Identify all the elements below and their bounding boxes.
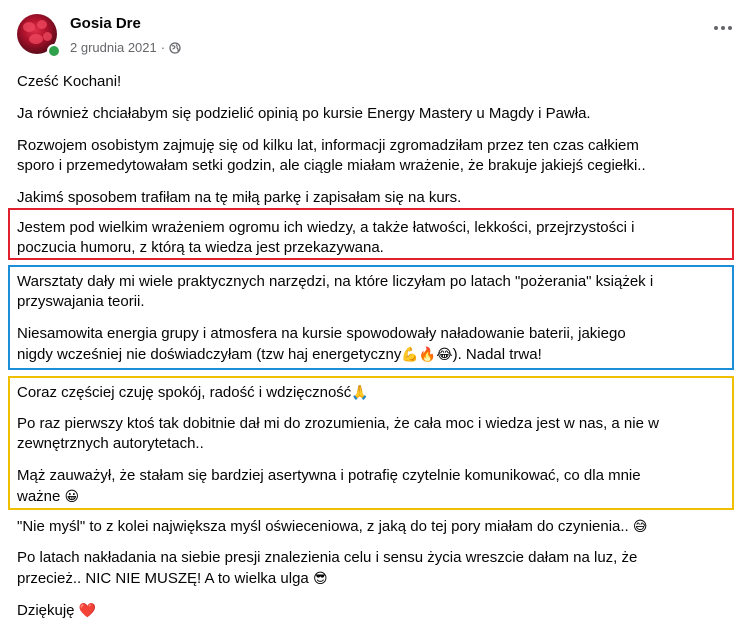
paragraph-line: ważne 😀	[17, 486, 739, 507]
paragraph-line: zewnętrznych autorytetach..	[17, 435, 204, 452]
paragraph-line: Jestem pod wielkim wrażeniem ogromu ich …	[17, 219, 635, 236]
text-fragment: "Nie myśl" to z kolei największa myśl oś…	[17, 518, 629, 535]
paragraph-line: Po raz pierwszy ktoś tak dobitnie dał mi…	[17, 415, 659, 432]
text-fragment: przecież.. NIC NIE MUSZĘ! A to wielka ul…	[17, 570, 309, 587]
text-fragment: Dziękuję	[17, 602, 75, 619]
paragraph-line: Warsztaty dały mi wiele praktycznych nar…	[17, 273, 654, 290]
paragraph-line: sporo i przemedytowałam setki godzin, al…	[17, 157, 646, 174]
post-date[interactable]: 2 grudnia 2021	[70, 40, 157, 55]
paragraph-line: poczucia humoru, z którą ta wiedza jest …	[17, 239, 384, 256]
paragraph-line: przecież.. NIC NIE MUSZĘ! A to wielka ul…	[17, 568, 739, 589]
paragraph-line: przyswajania teorii.	[17, 293, 145, 310]
text-fragment: ważne	[17, 488, 61, 505]
author-name[interactable]: Gosia Dre	[70, 15, 141, 32]
text-fragment: Coraz częściej czuję spokój, radość i wd…	[17, 384, 352, 401]
text-fragment: ). Nadal trwa!	[452, 346, 542, 363]
heart-emoji: ❤️	[78, 602, 97, 618]
paragraph-line: Dziękuję ❤️	[17, 600, 739, 621]
pray-emoji: 🙏	[351, 384, 369, 400]
paragraph-greeting: Cześć Kochani!	[17, 73, 122, 90]
paragraph-line: "Nie myśl" to z kolei największa myśl oś…	[17, 516, 739, 537]
text-fragment: nigdy wcześniej nie doświadczyłam (tzw h…	[17, 346, 402, 363]
emoji-group: 💪🔥😂	[401, 346, 453, 362]
sweat-smile-emoji: 😅	[632, 518, 648, 534]
globe-icon[interactable]	[169, 41, 181, 54]
post-meta: 2 grudnia 2021 ·	[70, 40, 181, 55]
meta-separator: ·	[160, 40, 166, 55]
paragraph-line: nigdy wcześniej nie doświadczyłam (tzw h…	[17, 344, 739, 365]
paragraph-line: Niesamowita energia grupy i atmosfera na…	[17, 325, 626, 342]
more-options-icon[interactable]	[714, 26, 732, 30]
post-header: Gosia Dre 2 grudnia 2021 ·	[0, 0, 754, 64]
online-status-dot	[47, 44, 61, 58]
paragraph-line: Jakimś sposobem trafiłam na tę miłą park…	[17, 189, 462, 206]
paragraph-line: Mąż zauważył, że stałam się bardziej ase…	[17, 467, 641, 484]
paragraph-line: Po latach nakładania na siebie presji zn…	[17, 549, 638, 566]
sunglasses-emoji: 😎	[312, 570, 328, 586]
paragraph-line: Coraz częściej czuję spokój, radość i wd…	[17, 382, 739, 403]
smile-emoji: 😀	[64, 488, 80, 504]
paragraph-line: Rozwojem osobistym zajmuję się od kilku …	[17, 137, 639, 154]
paragraph-intro: Ja również chciałabym się podzielić opin…	[17, 105, 591, 122]
